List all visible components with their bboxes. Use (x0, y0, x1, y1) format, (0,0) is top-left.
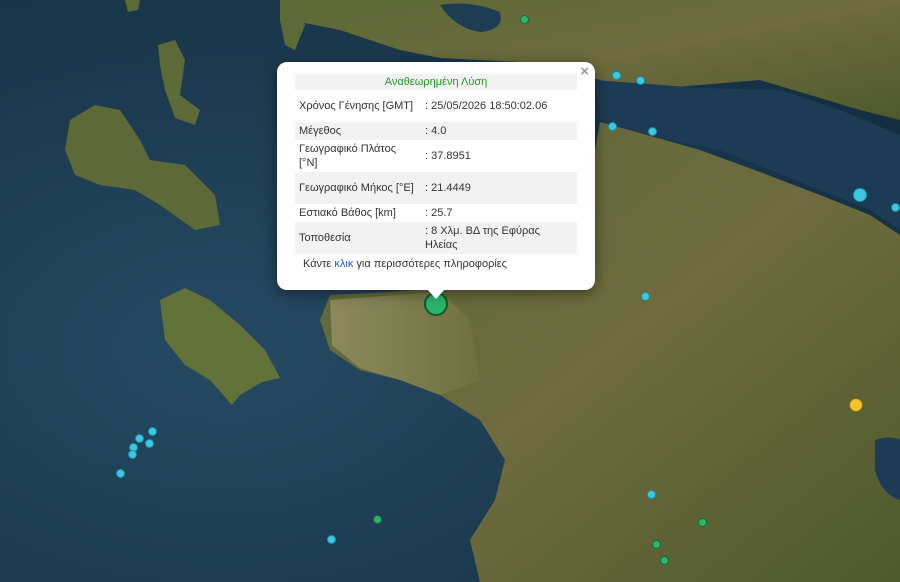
more-info-prefix: Κάντε (303, 258, 335, 270)
magnitude-label: Μέγεθος (295, 122, 421, 140)
close-icon[interactable]: × (580, 64, 589, 80)
earthquake-marker[interactable] (148, 427, 157, 436)
latitude-label: Γεωγραφικό Πλάτος [°N] (299, 143, 397, 169)
depth-value: : 25.7 (425, 207, 453, 219)
earthquake-marker[interactable] (373, 515, 382, 524)
origin-time-value: : 25/05/2026 18:50:02.06 (425, 100, 548, 112)
popup-title: Αναθεωρημένη Λύση (295, 74, 577, 90)
earthquake-marker[interactable] (327, 535, 336, 544)
table-row: Μέγεθος : 4.0 (295, 122, 577, 140)
table-row: Τοποθεσία : 8 Χλμ. ΒΔ της Εφύρας Ηλείας (295, 222, 577, 254)
table-row: Χρόνος Γένησης [GMT] : 25/05/2026 18:50:… (295, 90, 577, 122)
longitude-value: : 21.4449 (421, 172, 577, 204)
earthquake-marker[interactable] (647, 490, 656, 499)
earthquake-info-popup: × Αναθεωρημένη Λύση Χρόνος Γένησης [GMT]… (277, 62, 595, 299)
table-row: Γεωγραφικό Πλάτος [°N] : 37.8951 (295, 140, 577, 172)
info-table: Χρόνος Γένησης [GMT] : 25/05/2026 18:50:… (295, 90, 577, 254)
longitude-label: Γεωγραφικό Μήκος [°E] (295, 172, 421, 204)
magnitude-value: : 4.0 (421, 122, 577, 140)
latitude-value: : 37.8951 (425, 150, 471, 162)
earthquake-marker[interactable] (145, 439, 154, 448)
location-label: Τοποθεσία (295, 222, 421, 254)
earthquake-marker[interactable] (652, 540, 661, 549)
earthquake-marker[interactable] (608, 122, 617, 131)
earthquake-marker[interactable] (520, 15, 529, 24)
earthquake-marker[interactable] (853, 188, 867, 202)
earthquake-marker[interactable] (612, 71, 621, 80)
table-row: Εστιακό Βάθος [km] : 25.7 (295, 204, 577, 222)
more-info-link[interactable]: κλικ (334, 258, 353, 270)
location-value: : 8 Χλμ. ΒΔ της Εφύρας Ηλείας (421, 222, 577, 254)
earthquake-marker[interactable] (641, 292, 650, 301)
earthquake-marker[interactable] (849, 398, 863, 412)
earthquake-marker[interactable] (660, 556, 669, 565)
table-row: Γεωγραφικό Μήκος [°E] : 21.4449 (295, 172, 577, 204)
popup-pointer (427, 289, 445, 299)
more-info-suffix: για περισσότερες πληροφορίες (353, 258, 507, 270)
depth-label: Εστιακό Βάθος [km] (299, 207, 396, 219)
earthquake-marker[interactable] (116, 469, 125, 478)
earthquake-marker[interactable] (128, 450, 137, 459)
earthquake-marker[interactable] (698, 518, 707, 527)
more-info-line: Κάντε κλικ για περισσότερες πληροφορίες (295, 254, 577, 270)
origin-time-label: Χρόνος Γένησης [GMT] (299, 100, 414, 112)
earthquake-marker[interactable] (636, 76, 645, 85)
earthquake-marker[interactable] (648, 127, 657, 136)
earthquake-marker[interactable] (891, 203, 900, 212)
earthquake-marker[interactable] (135, 434, 144, 443)
